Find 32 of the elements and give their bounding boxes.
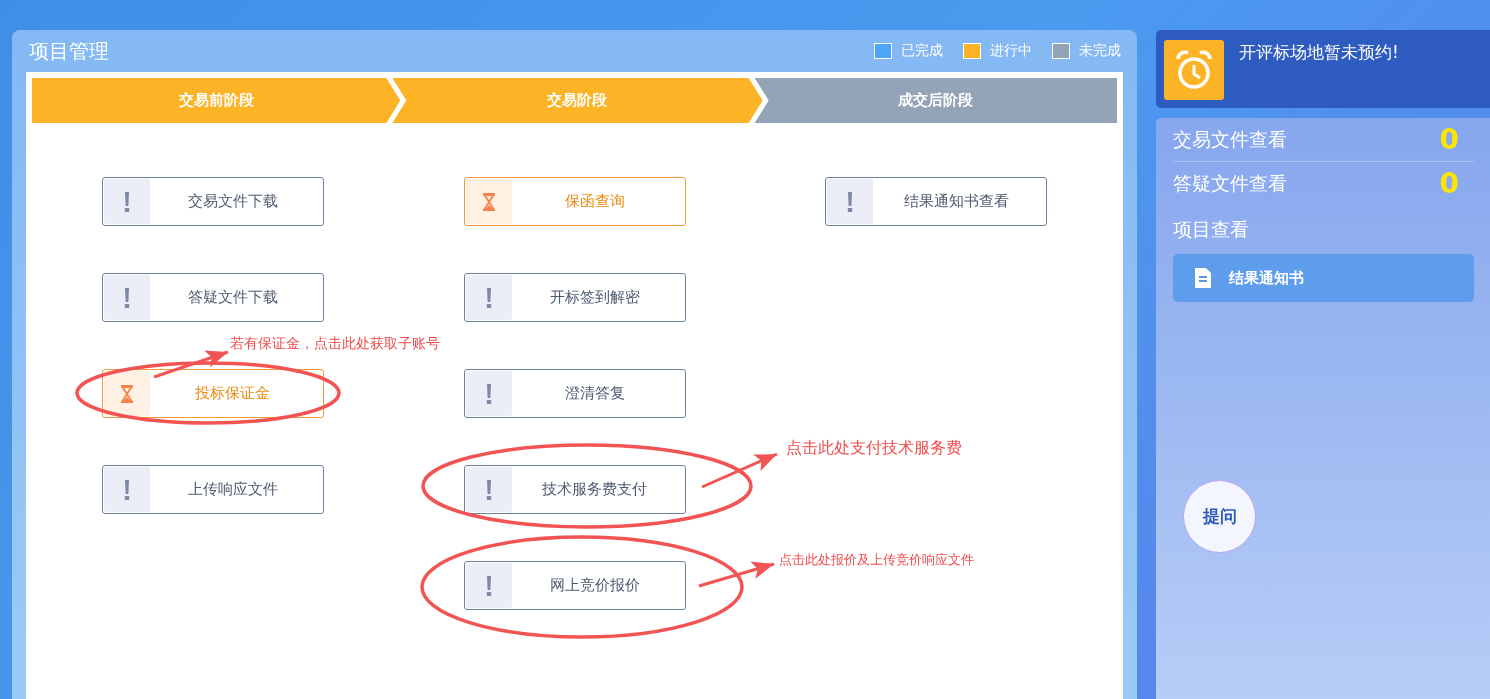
exclamation-icon — [123, 191, 130, 212]
exclamation-icon — [123, 287, 130, 308]
hourglass-icon — [481, 192, 496, 211]
ask-button[interactable]: 提问 — [1183, 480, 1256, 553]
alert-text: 开评标场地暂未预约! — [1239, 41, 1399, 64]
task-button[interactable]: 网上竞价报价 — [463, 561, 686, 610]
legend-label: 已完成 — [901, 42, 943, 60]
hourglass-icon — [119, 384, 134, 403]
section-heading: 项目查看 — [1173, 217, 1250, 242]
alarm-clock-icon — [1164, 40, 1224, 100]
task-button[interactable]: 开标签到解密 — [463, 273, 686, 322]
exclamation-icon — [485, 479, 492, 500]
task-button[interactable]: 技术服务费支付 — [463, 465, 686, 514]
legend-label: 进行中 — [990, 42, 1032, 60]
task-button[interactable]: 答疑文件下载 — [101, 273, 324, 322]
legend-label: 未完成 — [1079, 42, 1121, 60]
task-button[interactable]: 上传响应文件 — [101, 465, 324, 514]
annotation-note: 点击此处报价及上传竞价响应文件 — [778, 551, 974, 569]
exclamation-icon — [485, 575, 492, 596]
annotation-note: 点击此处支付技术服务费 — [785, 438, 962, 459]
annotation-note: 若有保证金，点击此处获取子账号 — [229, 335, 440, 353]
task-button[interactable]: 结果通知书查看 — [825, 177, 1048, 226]
exclamation-icon — [847, 191, 854, 212]
counter-value: 0 — [1439, 167, 1459, 200]
exclamation-icon — [485, 287, 492, 308]
exclamation-icon — [123, 479, 130, 500]
document-icon — [1195, 268, 1211, 288]
exclamation-icon — [485, 383, 492, 404]
task-button[interactable]: 交易文件下载 — [101, 177, 324, 226]
panel-title: 项目管理 — [28, 37, 109, 65]
counter-value: 0 — [1439, 123, 1459, 156]
task-button[interactable]: 澄清答复 — [463, 369, 686, 418]
